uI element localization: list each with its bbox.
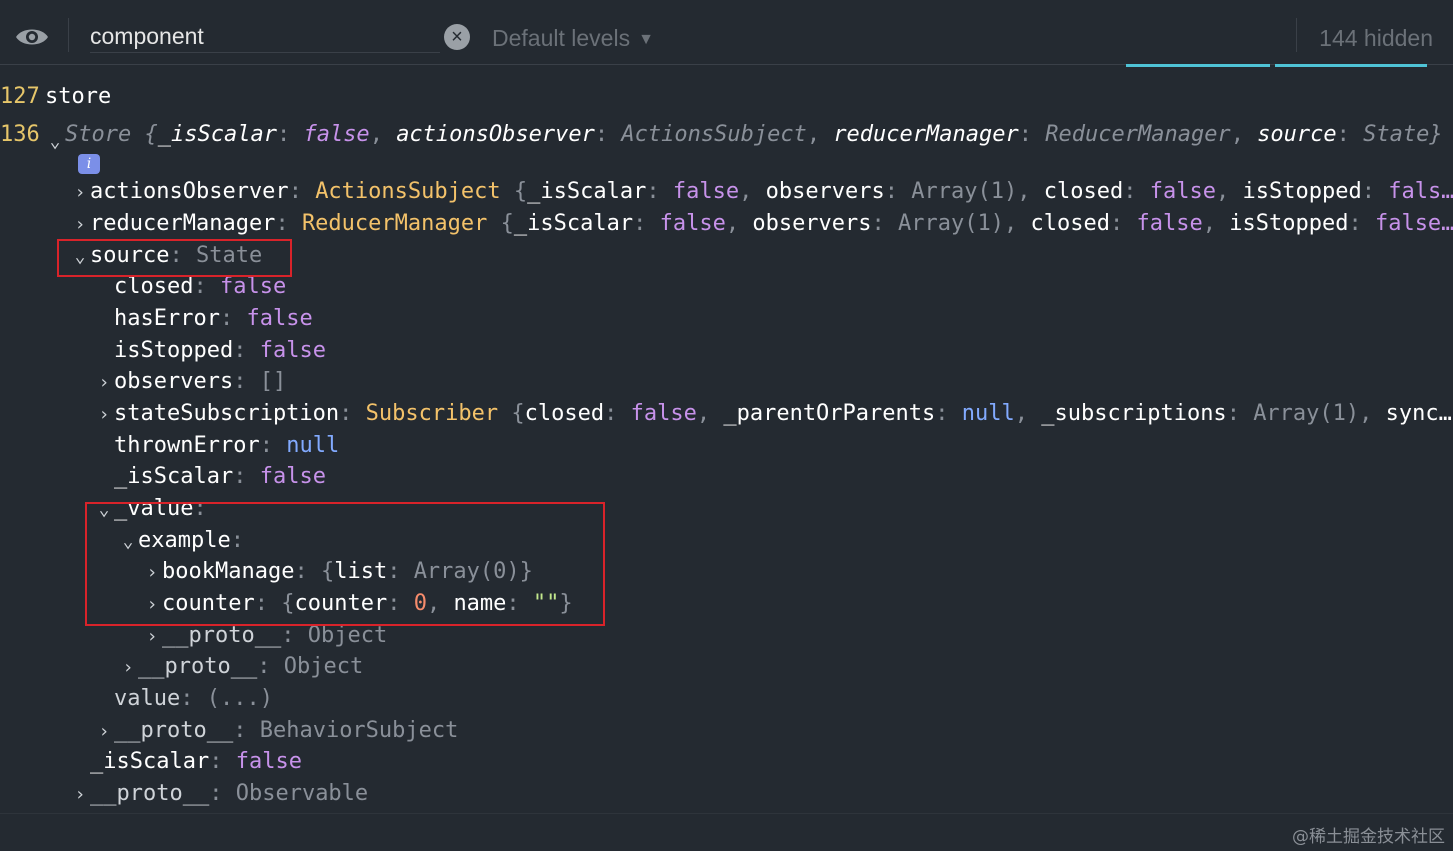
console-output: 127 store 136 ⌄ Store {_isScalar: false, … — [0, 66, 1453, 813]
tree-row-value-getter[interactable]: value: (...) — [114, 683, 273, 715]
store-object-toggle[interactable]: ⌄ Store {_isScalar: false, actionsObserve… — [45, 119, 1443, 152]
log-levels-dropdown[interactable]: Default levels ▼ — [492, 22, 654, 56]
console-footer: @稀土掘金技术社区 — [0, 813, 1453, 851]
chevron-right-icon[interactable]: › — [70, 209, 90, 241]
tree-row-isScalar: _isScalar: false — [114, 464, 326, 489]
class-name: Store — [65, 122, 132, 147]
console-toolbar: component × Default levels ▼ 144 hidden — [0, 0, 1453, 65]
line-number: 127 — [0, 84, 40, 109]
prop-key: source — [1257, 122, 1337, 147]
prop-key: actionsObserver — [396, 122, 595, 147]
tree-row-stateSubscription[interactable]: › stateSubscription: Subscriber {closed: … — [94, 398, 1452, 430]
tree-row-isStopped: isStopped: false — [114, 338, 326, 363]
filter-input[interactable]: component — [90, 20, 440, 53]
prop-value: ReducerManager — [1045, 122, 1231, 147]
caret-down-icon: ▼ — [638, 31, 654, 48]
highlight-box-source — [57, 239, 292, 277]
info-icon[interactable]: i — [78, 154, 100, 174]
chevron-right-icon[interactable]: › — [94, 399, 114, 431]
tree-row-thrownError: thrownError: null — [114, 433, 340, 458]
prop-key: _isScalar — [157, 122, 277, 147]
chevron-right-icon[interactable]: › — [70, 177, 90, 209]
toolbar-divider — [68, 18, 69, 52]
hidden-count: 144 hidden — [1319, 25, 1433, 51]
eye-icon[interactable] — [14, 24, 50, 50]
prop-key: reducerManager — [833, 122, 1019, 147]
chevron-right-icon[interactable]: › — [70, 779, 90, 811]
prop-value: false — [303, 122, 370, 147]
chevron-down-icon[interactable]: ⌄ — [45, 126, 65, 158]
highlight-box-value — [85, 502, 605, 626]
brace: { — [144, 122, 158, 147]
brace: } — [1429, 122, 1443, 147]
watermark: @稀土掘金技术社区 — [1292, 827, 1445, 847]
tree-row-isScalar: _isScalar: false — [90, 749, 302, 774]
log-text: store — [45, 84, 112, 109]
log-levels-label: Default levels — [492, 25, 631, 51]
tree-row-proto[interactable]: › __proto__: Object — [118, 651, 364, 684]
tree-row-proto[interactable]: › __proto__: Observable — [70, 778, 369, 811]
tree-row-hasError: hasError: false — [114, 306, 313, 331]
tree-row-observers[interactable]: › observers: [] — [94, 366, 287, 399]
prop-value: State — [1363, 122, 1430, 147]
line-number: 136 — [0, 122, 40, 147]
clear-filter-icon[interactable]: × — [444, 24, 470, 50]
tree-row-proto[interactable]: › __proto__: BehaviorSubject — [94, 715, 459, 748]
chevron-right-icon[interactable]: › — [94, 367, 114, 399]
toolbar-divider — [1296, 18, 1297, 52]
tree-row-actionsObserver[interactable]: › actionsObserver: ActionsSubject {_isSca… — [70, 176, 1453, 208]
chevron-right-icon[interactable]: › — [94, 716, 114, 748]
chevron-right-icon[interactable]: › — [118, 652, 138, 684]
prop-value: ActionsSubject — [621, 122, 807, 147]
tree-row-reducerManager[interactable]: › reducerManager: ReducerManager {_isScal… — [70, 208, 1453, 240]
